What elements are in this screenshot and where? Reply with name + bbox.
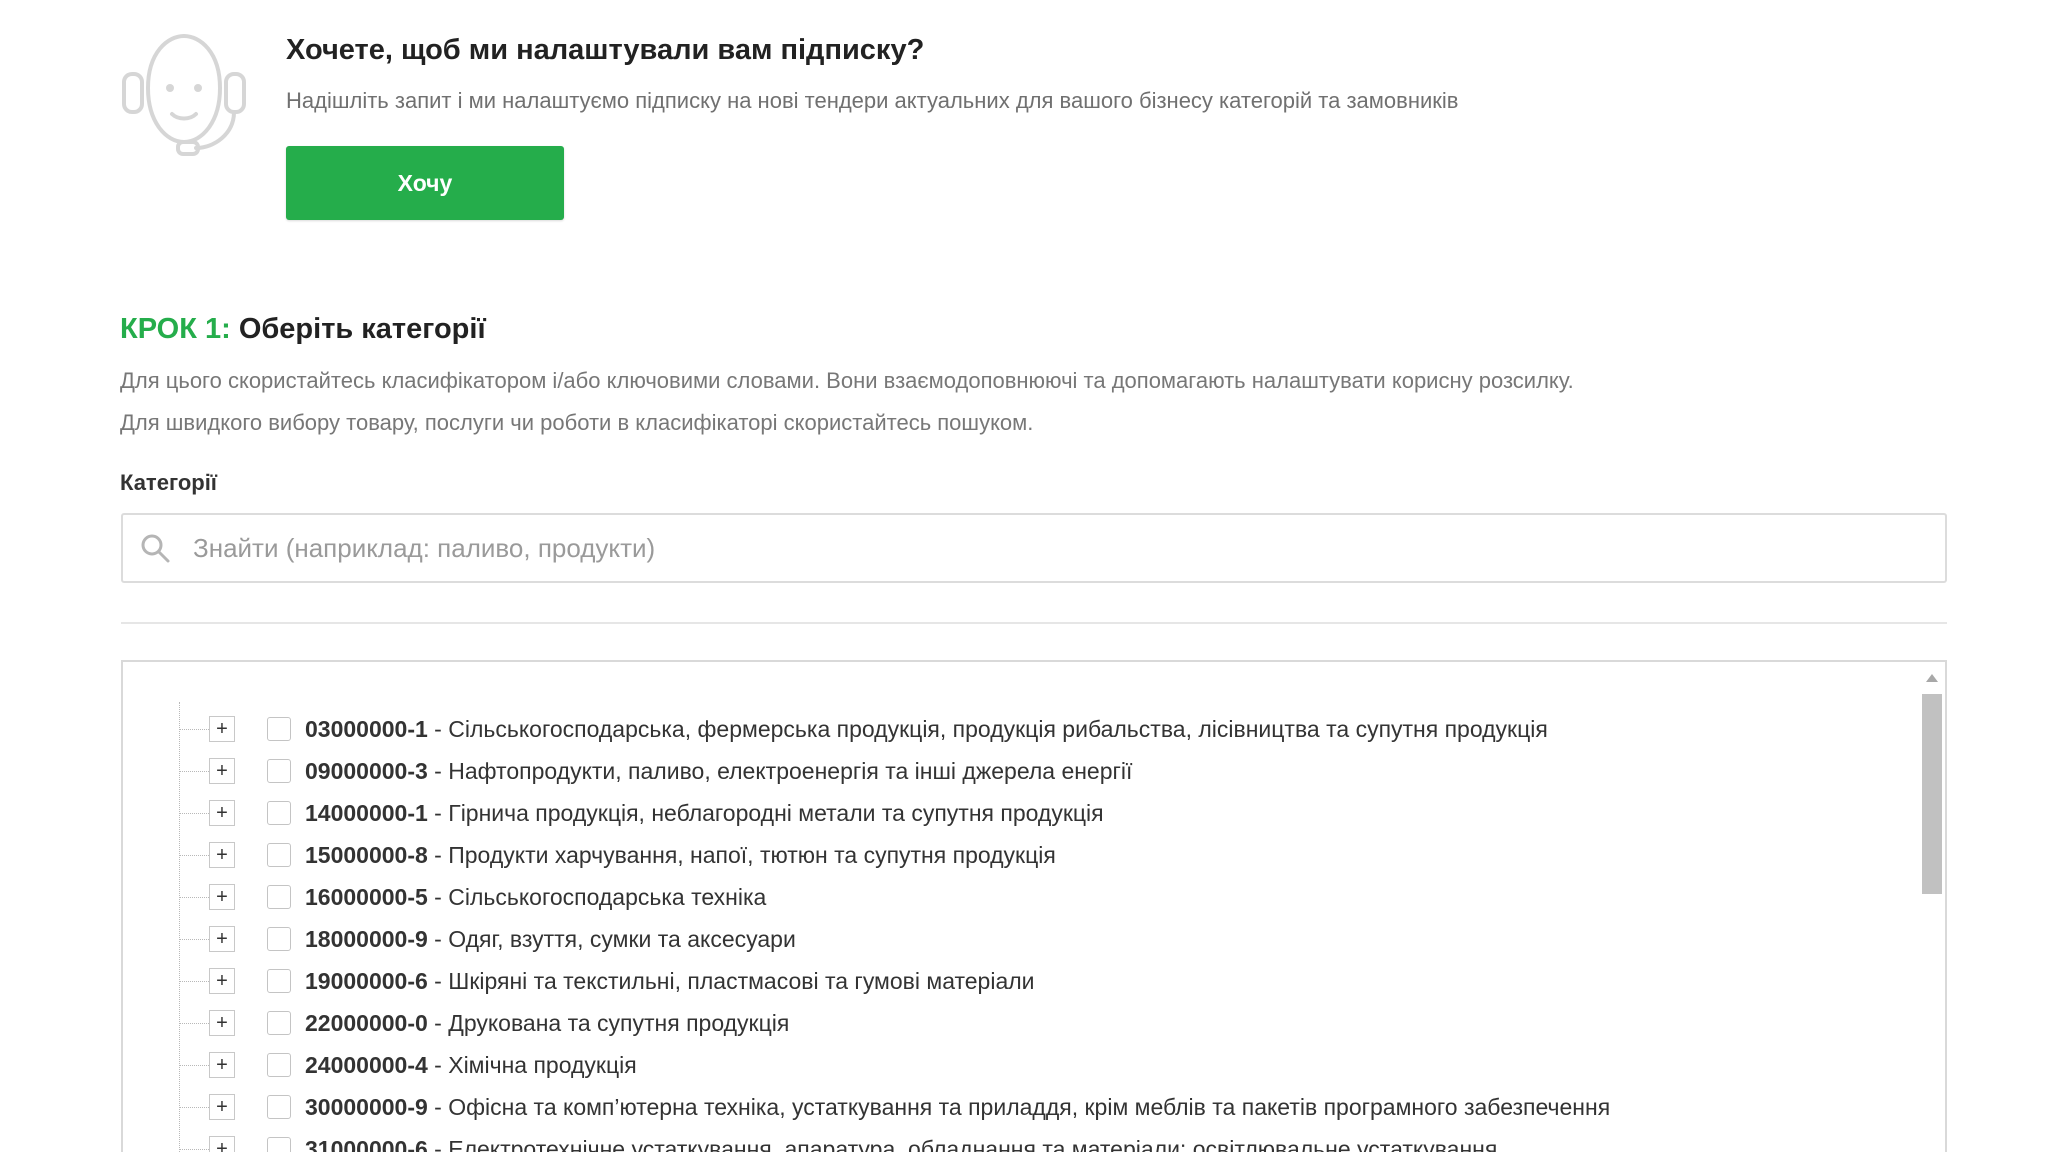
step-heading: КРОК 1: Оберіть категорії bbox=[120, 313, 486, 346]
expand-plus-icon[interactable]: + bbox=[209, 1094, 235, 1120]
category-label[interactable]: 03000000-1 - Сільськогосподарська, ферме… bbox=[305, 716, 1548, 743]
tree-branch-line bbox=[179, 855, 209, 856]
step-title: Оберіть категорії bbox=[238, 313, 486, 345]
category-label[interactable]: 15000000-8 - Продукти харчування, напої,… bbox=[305, 842, 1056, 869]
category-label[interactable]: 24000000-4 - Хімічна продукція bbox=[305, 1052, 637, 1079]
category-code: 14000000-1 bbox=[305, 800, 428, 826]
category-checkbox[interactable] bbox=[267, 1011, 291, 1035]
category-checkbox[interactable] bbox=[267, 759, 291, 783]
expand-plus-icon[interactable]: + bbox=[209, 842, 235, 868]
promo-subtitle: Надішліть запит і ми налаштуємо підписку… bbox=[286, 88, 1459, 113]
tree-scrollbar[interactable] bbox=[1917, 662, 1945, 1152]
tree-branch-line bbox=[179, 729, 209, 730]
category-name: - Одяг, взуття, сумки та аксесуари bbox=[427, 926, 796, 952]
category-code: 03000000-1 bbox=[305, 716, 428, 742]
category-search-box[interactable] bbox=[121, 513, 1947, 583]
scrollbar-thumb[interactable] bbox=[1922, 694, 1942, 894]
step-number: КРОК 1: bbox=[120, 313, 231, 345]
category-code: 19000000-6 bbox=[305, 968, 428, 994]
category-checkbox[interactable] bbox=[267, 927, 291, 951]
category-name: - Продукти харчування, напої, тютюн та с… bbox=[427, 842, 1056, 868]
expand-plus-icon[interactable]: + bbox=[209, 716, 235, 742]
tree-branch-line bbox=[179, 1065, 209, 1066]
expand-plus-icon[interactable]: + bbox=[209, 884, 235, 910]
category-name: - Гірнича продукція, неблагородні метали… bbox=[427, 800, 1104, 826]
expand-plus-icon[interactable]: + bbox=[209, 1136, 235, 1152]
category-label[interactable]: 18000000-9 - Одяг, взуття, сумки та аксе… bbox=[305, 926, 796, 953]
step-description-2: Для швидкого вибору товару, послуги чи р… bbox=[120, 410, 1034, 435]
category-checkbox[interactable] bbox=[267, 969, 291, 993]
category-code: 24000000-4 bbox=[305, 1052, 428, 1078]
expand-plus-icon[interactable]: + bbox=[209, 1010, 235, 1036]
category-checkbox[interactable] bbox=[267, 1053, 291, 1077]
tree-branch-line bbox=[179, 981, 209, 982]
tree-branch-line bbox=[179, 771, 209, 772]
category-code: 30000000-9 bbox=[305, 1094, 428, 1120]
category-checkbox[interactable] bbox=[267, 1137, 291, 1152]
category-name: - Електротехнічне устаткування, апаратур… bbox=[427, 1136, 1498, 1152]
tree-branch-line bbox=[179, 897, 209, 898]
category-code: 16000000-5 bbox=[305, 884, 428, 910]
category-label[interactable]: 22000000-0 - Друкована та супутня продук… bbox=[305, 1010, 789, 1037]
category-checkbox[interactable] bbox=[267, 843, 291, 867]
search-icon bbox=[139, 532, 171, 564]
category-checkbox[interactable] bbox=[267, 885, 291, 909]
category-label[interactable]: 31000000-6 - Електротехнічне устаткуванн… bbox=[305, 1136, 1497, 1152]
category-tree-panel: +03000000-1 - Сільськогосподарська, ферм… bbox=[121, 660, 1947, 1152]
category-name: - Нафтопродукти, паливо, електроенергія … bbox=[427, 758, 1133, 784]
want-subscription-button[interactable]: Хочу bbox=[286, 146, 564, 220]
category-name: - Сільськогосподарська, фермерська проду… bbox=[427, 716, 1548, 742]
category-name: - Сільськогосподарська техніка bbox=[427, 884, 767, 910]
section-divider bbox=[121, 622, 1947, 624]
category-code: 22000000-0 bbox=[305, 1010, 428, 1036]
subscription-settings-page: Хочете, щоб ми налаштували вам підписку?… bbox=[0, 0, 2048, 1152]
category-name: - Офісна та комп’ютерна техніка, устатку… bbox=[427, 1094, 1611, 1120]
expand-plus-icon[interactable]: + bbox=[209, 926, 235, 952]
category-label[interactable]: 09000000-3 - Нафтопродукти, паливо, елек… bbox=[305, 758, 1132, 785]
expand-plus-icon[interactable]: + bbox=[209, 1052, 235, 1078]
tree-branch-line bbox=[179, 1107, 209, 1108]
category-label[interactable]: 14000000-1 - Гірнича продукція, неблагор… bbox=[305, 800, 1104, 827]
category-label[interactable]: 16000000-5 - Сільськогосподарська технік… bbox=[305, 884, 766, 911]
tree-branch-line bbox=[179, 1023, 209, 1024]
category-label[interactable]: 19000000-6 - Шкіряні та текстильні, плас… bbox=[305, 968, 1035, 995]
tree-branch-line bbox=[179, 1149, 209, 1150]
promo-title: Хочете, щоб ми налаштували вам підписку? bbox=[286, 34, 925, 66]
categories-label: Категорії bbox=[120, 470, 217, 495]
tree-branch-line bbox=[179, 813, 209, 814]
category-name: - Друкована та супутня продукція bbox=[427, 1010, 790, 1036]
category-checkbox[interactable] bbox=[267, 801, 291, 825]
category-checkbox[interactable] bbox=[267, 717, 291, 741]
tree-connector-line bbox=[179, 702, 180, 1152]
expand-plus-icon[interactable]: + bbox=[209, 968, 235, 994]
expand-plus-icon[interactable]: + bbox=[209, 758, 235, 784]
category-code: 09000000-3 bbox=[305, 758, 428, 784]
step-description-1: Для цього скористайтесь класифікатором і… bbox=[120, 368, 1574, 393]
category-name: - Хімічна продукція bbox=[427, 1052, 637, 1078]
category-checkbox[interactable] bbox=[267, 1095, 291, 1119]
category-search-input[interactable] bbox=[191, 514, 1945, 582]
tree-branch-line bbox=[179, 939, 209, 940]
scroll-up-arrow-icon[interactable] bbox=[1926, 674, 1938, 682]
category-code: 15000000-8 bbox=[305, 842, 428, 868]
support-operator-icon bbox=[118, 30, 250, 158]
expand-plus-icon[interactable]: + bbox=[209, 800, 235, 826]
category-label[interactable]: 30000000-9 - Офісна та комп’ютерна техні… bbox=[305, 1094, 1610, 1121]
category-name: - Шкіряні та текстильні, пластмасові та … bbox=[427, 968, 1035, 994]
category-code: 31000000-6 bbox=[305, 1136, 428, 1152]
category-code: 18000000-9 bbox=[305, 926, 428, 952]
